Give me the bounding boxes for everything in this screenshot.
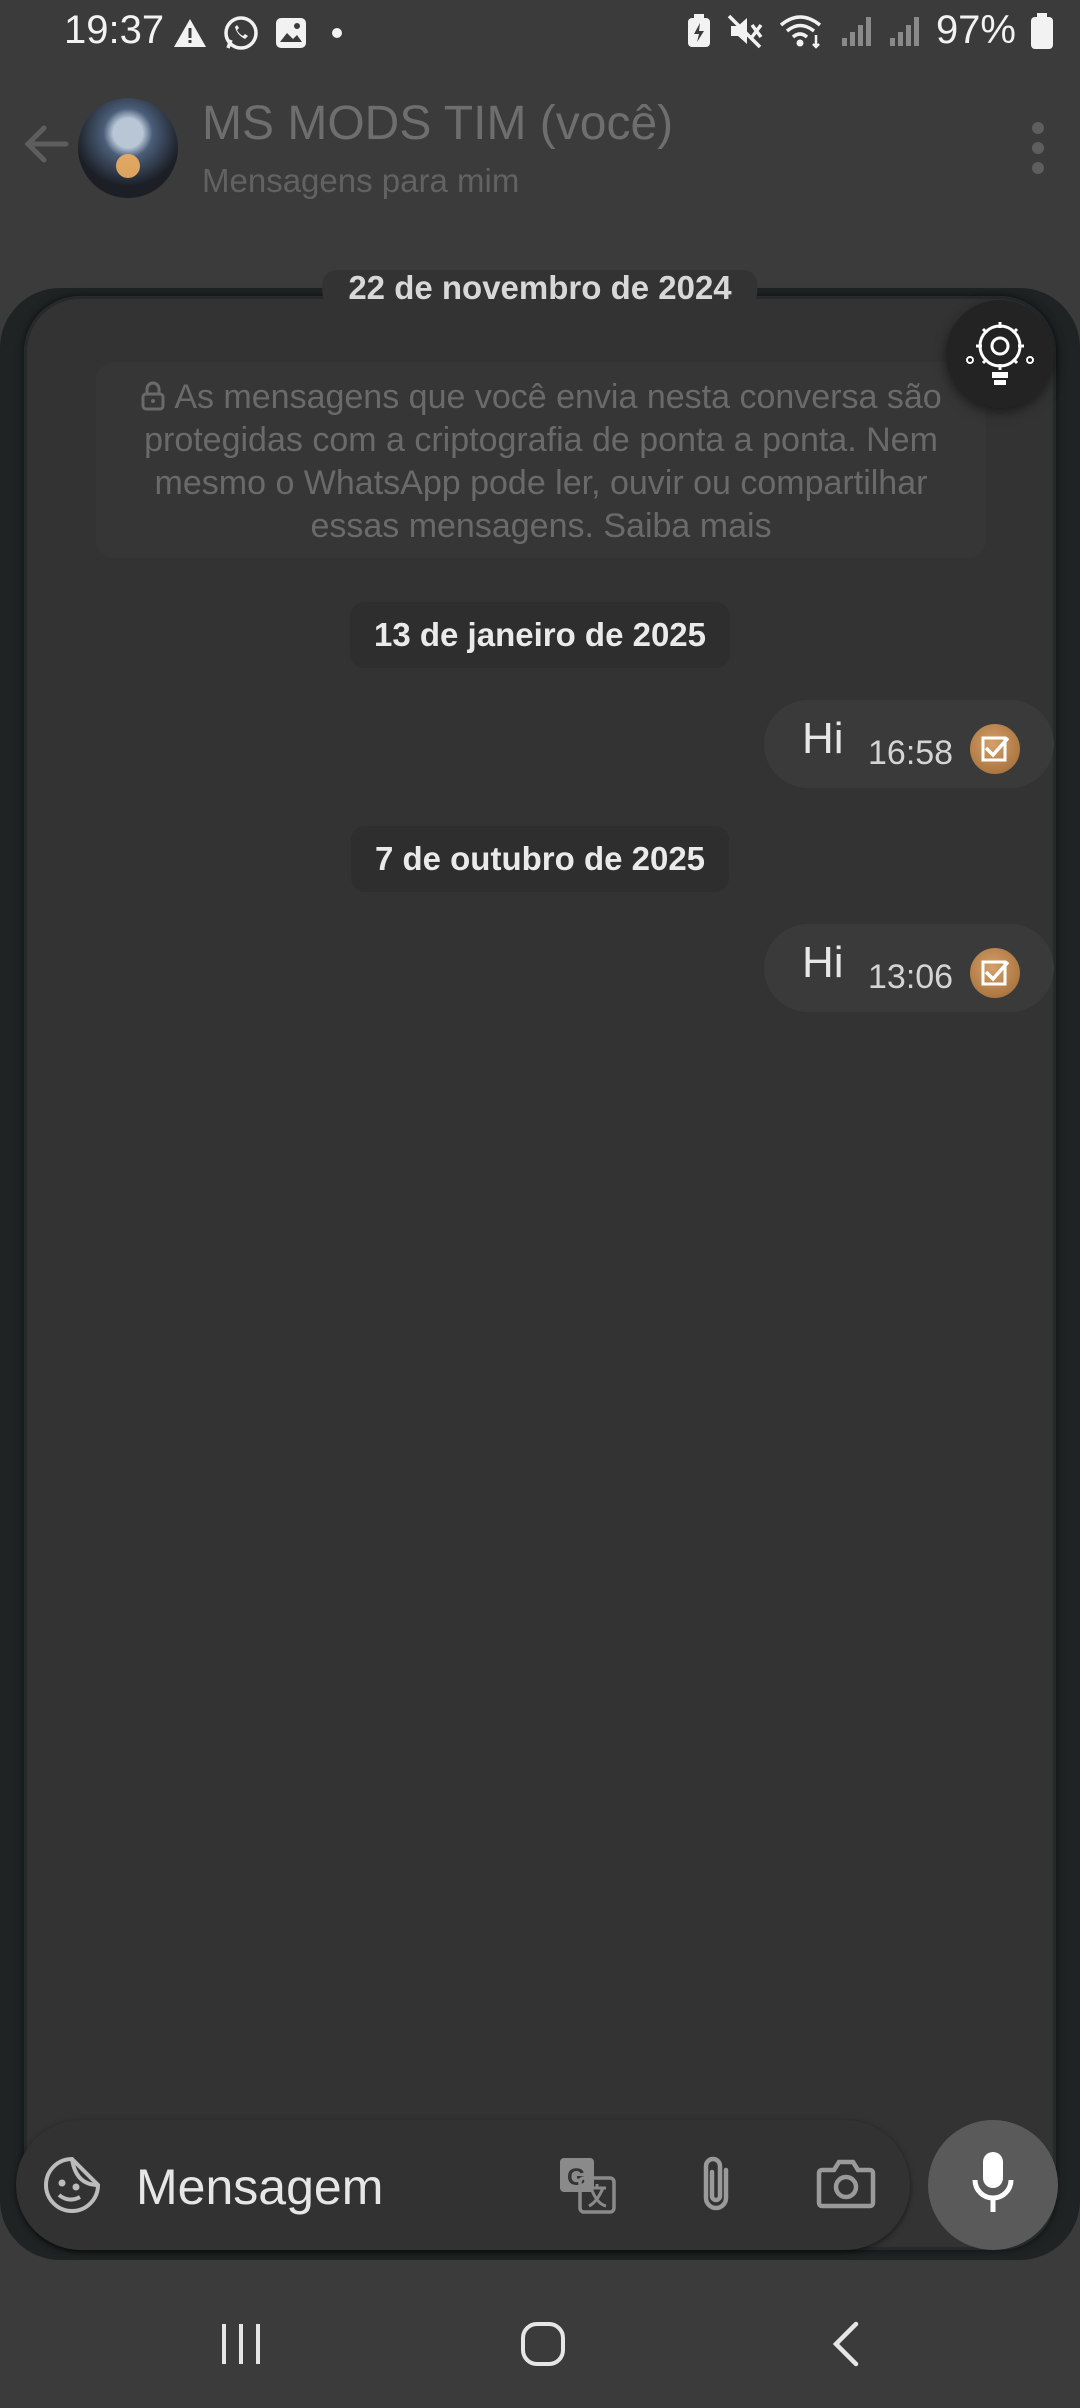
battery-percentage: 97%: [935, 8, 1016, 52]
chat-header: MS MODS TIM (você) Mensagens para mim: [0, 70, 1080, 220]
sticker-icon[interactable]: [42, 2155, 102, 2215]
microphone-icon: [972, 2152, 1014, 2212]
message-time: 13:06: [868, 958, 954, 996]
contact-subtitle: Mensagens para mim: [202, 162, 520, 199]
encryption-notice[interactable]: As mensagens que você envia nesta conver…: [96, 362, 986, 558]
back-arrow-icon[interactable]: [20, 118, 72, 170]
status-notification-icons: [172, 14, 352, 52]
avatar[interactable]: [78, 98, 178, 198]
translate-icon[interactable]: G: [556, 2154, 618, 2216]
chat-panel[interactable]: [24, 296, 1056, 2250]
alert-icon: [174, 19, 206, 47]
message-bubble[interactable]: Hi 16:58: [764, 700, 1054, 788]
lock-icon: [141, 381, 165, 411]
read-check-icon: [970, 948, 1020, 998]
message-input[interactable]: Mensagem: [136, 2158, 383, 2216]
app-root: 19:37 97% MS MODS TIM (você) Mensagens p…: [0, 0, 1080, 2408]
message-time: 16:58: [868, 734, 954, 772]
battery-icon: [1031, 12, 1053, 49]
whatsapp-icon: [224, 16, 258, 50]
date-separator: 22 de novembro de 2024: [322, 270, 758, 306]
encryption-notice-text: As mensagens que você envia nesta conver…: [144, 378, 942, 545]
back-icon[interactable]: [828, 2320, 862, 2368]
status-system-icons: 97%: [686, 8, 1054, 53]
system-navigation-bar: [0, 2260, 1080, 2408]
date-separator: 7 de outubro de 2025: [350, 826, 730, 892]
message-text: Hi: [802, 714, 844, 763]
battery-saver-icon: [687, 13, 710, 47]
message-bubble[interactable]: Hi 13:06: [764, 924, 1054, 1012]
ai-assistant-button[interactable]: [946, 300, 1054, 408]
signal-icon: [889, 16, 919, 46]
status-bar: 19:37 97%: [0, 0, 1080, 70]
camera-icon[interactable]: [816, 2156, 876, 2210]
more-options-icon[interactable]: [1030, 122, 1046, 174]
recent-apps-icon[interactable]: [218, 2322, 264, 2366]
attach-icon[interactable]: [696, 2152, 736, 2216]
status-time: 19:37: [64, 8, 165, 52]
message-text: Hi: [802, 938, 844, 987]
home-icon[interactable]: [520, 2320, 566, 2368]
voice-message-button[interactable]: [928, 2120, 1058, 2250]
signal-icon: [841, 16, 871, 46]
mute-icon: [727, 14, 763, 48]
message-composer: Mensagem G: [16, 2120, 910, 2250]
wifi-icon: [779, 14, 822, 49]
dot-icon: [332, 28, 342, 38]
read-check-icon: [970, 724, 1020, 774]
gallery-icon: [276, 18, 306, 48]
lightbulb-gear-icon: [966, 322, 1034, 385]
date-separator: 13 de janeiro de 2025: [349, 602, 731, 668]
contact-name[interactable]: MS MODS TIM (você): [202, 96, 673, 151]
